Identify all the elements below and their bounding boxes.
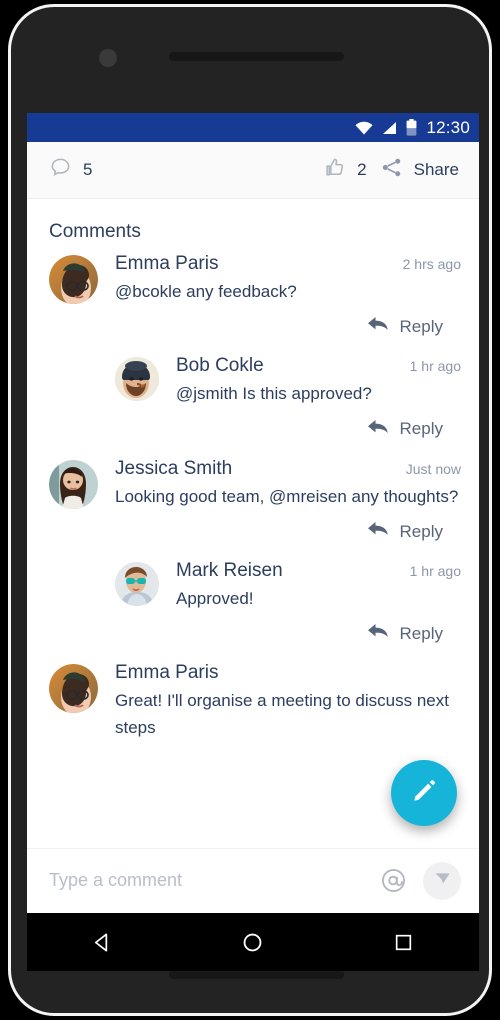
comments-title: Comments xyxy=(49,221,141,242)
action-bar: 5 2 Share xyxy=(27,142,479,199)
android-navigation-bar xyxy=(27,913,479,971)
reply-label: Reply xyxy=(399,316,443,336)
screenshot-stage: 12:30 5 2 Share Comments Emma Paris 2 hr… xyxy=(0,0,500,1020)
reply-arrow-icon xyxy=(367,315,389,338)
comment-item[interactable]: Emma Paris 2 hrs ago @bcokle any feedbac… xyxy=(27,253,479,338)
reply-arrow-icon xyxy=(367,622,389,645)
comment-item[interactable]: Bob Cokle 1 hr ago @jsmith Is this appro… xyxy=(27,355,479,440)
comment-timestamp: 2 hrs ago xyxy=(402,256,461,272)
front-camera-icon xyxy=(99,49,117,67)
reply-label: Reply xyxy=(399,419,443,439)
comment-timestamp: Just now xyxy=(405,460,461,477)
comment-text: Great! I'll organise a meeting to discus… xyxy=(115,691,449,737)
compose-fab-button[interactable] xyxy=(391,760,457,826)
comment-item[interactable]: Mark Reisen 1 hr ago Approved! Reply xyxy=(27,560,479,645)
comment-author: Mark Reisen xyxy=(176,560,283,582)
reply-button[interactable]: Reply xyxy=(115,612,461,645)
jessica-smith-avatar xyxy=(49,459,98,509)
emma-paris-avatar xyxy=(49,664,98,714)
comment-author: Jessica Smith xyxy=(115,457,233,479)
comment-composer xyxy=(27,849,479,912)
like-button[interactable]: 2 xyxy=(323,156,367,184)
comment-text: Approved! xyxy=(176,589,254,609)
like-count-label: 2 xyxy=(357,160,367,179)
comment-item[interactable]: Emma Paris Great! I'll organise a meetin… xyxy=(27,662,479,741)
wifi-icon xyxy=(355,121,373,135)
reply-button[interactable]: Reply xyxy=(49,305,461,338)
status-bar: 12:30 xyxy=(27,113,479,142)
reply-button[interactable]: Reply xyxy=(49,510,461,543)
comment-item[interactable]: Jessica Smith Just now Looking good team… xyxy=(27,458,479,543)
share-button[interactable]: Share xyxy=(380,156,459,184)
comment-text: @bcokle any feedback? xyxy=(115,282,297,301)
comment-author: Emma Paris xyxy=(115,662,219,684)
bottom-speaker-grille xyxy=(169,970,344,979)
comment-author: Bob Cokle xyxy=(176,355,264,377)
share-icon xyxy=(380,156,403,184)
at-mention-icon[interactable] xyxy=(380,867,407,894)
reply-arrow-icon xyxy=(367,418,389,441)
bob-cokle-avatar xyxy=(115,357,159,402)
phone-screen: 12:30 5 2 Share Comments Emma Paris 2 hr… xyxy=(27,113,479,913)
reply-button[interactable]: Reply xyxy=(115,408,461,441)
comment-bubble-icon xyxy=(49,156,72,184)
comment-author: Emma Paris xyxy=(115,253,219,274)
comment-count-label: 5 xyxy=(83,160,93,179)
comment-timestamp: 1 hr ago xyxy=(409,563,461,580)
comments-pane[interactable]: Comments Emma Paris 2 hrs ago @bcokle an… xyxy=(27,199,479,849)
comment-text: @jsmith Is this approved? xyxy=(176,384,372,404)
comment-text: Looking good team, @mreisen any thoughts… xyxy=(115,486,459,506)
reply-arrow-icon xyxy=(367,520,389,543)
phone-frame: 12:30 5 2 Share Comments Emma Paris 2 hr… xyxy=(8,4,492,1016)
mark-reisen-avatar xyxy=(115,562,159,607)
send-button[interactable] xyxy=(423,861,461,900)
recents-square-icon[interactable] xyxy=(377,922,431,962)
pencil-edit-icon xyxy=(410,777,438,810)
reply-label: Reply xyxy=(399,623,443,643)
comment-timestamp: 1 hr ago xyxy=(409,358,461,375)
back-triangle-icon[interactable] xyxy=(75,922,129,962)
comments-count-button[interactable]: 5 xyxy=(49,156,92,184)
earpiece-speaker xyxy=(169,52,344,61)
home-circle-icon[interactable] xyxy=(226,922,280,962)
share-label: Share xyxy=(413,160,459,179)
battery-icon xyxy=(406,119,417,136)
signal-icon xyxy=(382,121,397,135)
reply-label: Reply xyxy=(399,521,443,541)
emma-paris-avatar xyxy=(49,255,98,304)
comment-input[interactable] xyxy=(49,870,380,891)
send-paper-plane-icon xyxy=(433,869,452,893)
status-bar-clock: 12:30 xyxy=(426,117,470,137)
thumbs-up-icon xyxy=(323,156,346,184)
